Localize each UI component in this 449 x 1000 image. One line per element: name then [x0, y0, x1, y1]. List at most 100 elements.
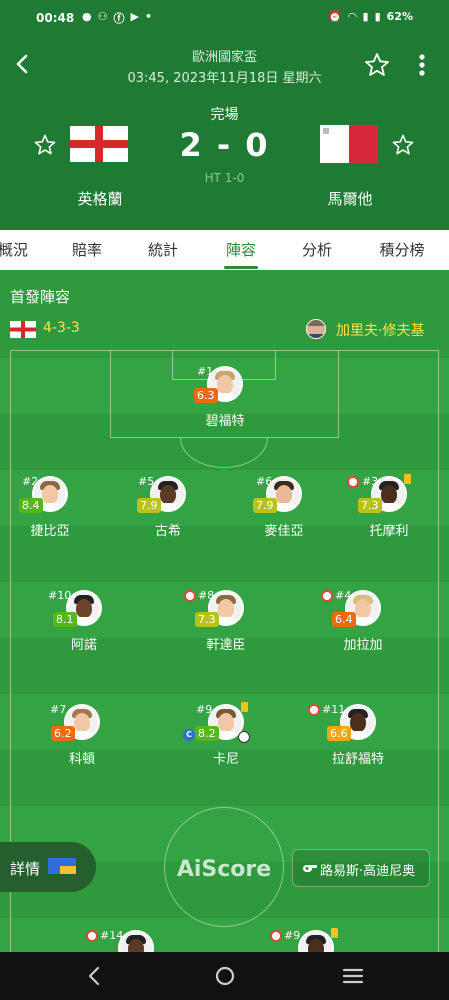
- details-label: 詳情: [10, 860, 41, 878]
- player-card[interactable]: #3 7.3 托摩利: [329, 474, 449, 546]
- dot-icon: •: [144, 10, 152, 23]
- home-team-name[interactable]: 英格蘭: [60, 188, 140, 209]
- player-rating: 6.4: [332, 612, 356, 627]
- player-number: #5: [138, 475, 155, 488]
- player-name: 碧福特: [205, 414, 245, 429]
- player-avatar: [118, 930, 154, 952]
- youtube-icon: ▶: [130, 10, 139, 23]
- player-card[interactable]: #7 6.2 科頓: [22, 703, 142, 774]
- player-number: #11: [322, 703, 346, 716]
- player-name: 軒達臣: [206, 638, 246, 653]
- substitution-icon: [347, 476, 359, 488]
- player-number: #2: [22, 475, 39, 488]
- tab-lineup[interactable]: 陣容: [216, 230, 266, 270]
- tab-analysis[interactable]: 分析: [292, 230, 342, 270]
- favorite-home-team-button[interactable]: [32, 132, 58, 158]
- match-score: 2 - 0: [179, 126, 270, 164]
- star-outline-icon: [365, 53, 389, 76]
- nav-back-icon: [88, 966, 100, 986]
- more-vertical-icon: [419, 54, 425, 76]
- player-card[interactable]: #8 7.3 軒達臣: [166, 589, 286, 660]
- player-number: #6: [256, 475, 273, 488]
- match-status: 完場: [210, 107, 239, 123]
- tab-standings[interactable]: 積分榜: [368, 230, 436, 270]
- coach-avatar[interactable]: [306, 319, 326, 339]
- system-nav-bar: [0, 952, 449, 1000]
- player-rating: 7.3: [358, 498, 382, 513]
- favorite-match-button[interactable]: [362, 50, 392, 80]
- player-rating: 8.2: [195, 726, 219, 741]
- substitution-icon: [184, 590, 196, 602]
- player-card[interactable]: #4 6.4 加拉加: [303, 589, 423, 660]
- more-options-button[interactable]: [412, 50, 432, 80]
- player-number: #1: [197, 365, 214, 378]
- player-name: 拉舒福特: [331, 752, 384, 767]
- pitch: 首發陣容 4-3-3 加里夫·修夫基 #1 6.3 碧福特 #2 8.4 捷比亞: [0, 270, 449, 952]
- player-card[interactable]: #6 7.9 麥佳亞: [224, 475, 344, 546]
- player-rating: 7.9: [253, 498, 277, 513]
- player-card[interactable]: #9: [256, 928, 376, 952]
- nav-recents-button[interactable]: [340, 964, 366, 988]
- link-icon: ⚇: [97, 10, 108, 23]
- wifi-icon: ◠: [348, 10, 357, 23]
- player-name: 加拉加: [343, 638, 383, 653]
- england-flag[interactable]: [70, 126, 128, 162]
- player-number: #9: [284, 929, 301, 942]
- player-rating: 8.1: [53, 612, 77, 627]
- coach-name[interactable]: 加里夫·修夫基: [336, 320, 424, 340]
- system-icons: ⏰ ◠ ▮ ▮ 62%: [328, 10, 413, 23]
- substitution-icon: [270, 930, 282, 942]
- substitution-icon: [321, 590, 333, 602]
- player-card[interactable]: #10 8.1 阿諾: [24, 589, 144, 660]
- substitution-icon: [308, 704, 320, 716]
- player-card[interactable]: #9 C 8.2 卡尼: [166, 702, 286, 774]
- malta-flag[interactable]: [320, 125, 378, 163]
- england-flag-icon: [70, 126, 128, 162]
- nav-back-button[interactable]: [82, 964, 108, 988]
- player-card[interactable]: #11 6.6 拉舒福特: [298, 703, 418, 774]
- coach-face-icon: [307, 320, 325, 338]
- referee-badge[interactable]: 路易斯·高迪尼奥: [292, 849, 430, 887]
- active-tab-indicator: [224, 266, 258, 269]
- player-card[interactable]: #2 8.4 捷比亞: [0, 475, 110, 546]
- player-number: #9: [196, 703, 213, 716]
- tab-stats[interactable]: 統計: [138, 230, 188, 270]
- player-number: #3: [362, 475, 379, 488]
- away-team-name[interactable]: 馬爾他: [310, 188, 390, 209]
- battery-percent: 62%: [386, 10, 413, 23]
- battery-icon: ▮: [374, 10, 381, 23]
- signal-icon: ▮: [362, 10, 369, 23]
- player-card[interactable]: #14: [76, 929, 196, 952]
- nav-home-icon: [215, 966, 235, 986]
- player-name: 古希: [154, 524, 181, 539]
- notification-icons: ● ⚇ ⓕ ▶ •: [82, 10, 152, 26]
- nav-home-button[interactable]: [212, 964, 238, 988]
- player-card[interactable]: #1 6.3 碧福特: [165, 365, 285, 436]
- details-button[interactable]: 詳情: [0, 842, 96, 892]
- details-flag-icon: [48, 858, 76, 874]
- aiscore-watermark: AiScore: [176, 857, 272, 882]
- player-card[interactable]: #5 7.9 古希: [108, 475, 228, 546]
- nav-recents-icon: [342, 968, 364, 984]
- substitution-icon: [86, 930, 98, 942]
- status-bar: 00:48 ● ⚇ ⓕ ▶ • ⏰ ◠ ▮ ▮ 62%: [0, 0, 449, 36]
- player-rating: 6.6: [327, 726, 351, 741]
- player-rating: 8.4: [19, 498, 43, 513]
- star-outline-icon: [34, 134, 56, 155]
- match-header: 歐洲國家盃 03:45, 2023年11月18日 星期六 完場 2 - 0 HT…: [0, 36, 449, 230]
- tab-overview[interactable]: 概況: [0, 230, 38, 270]
- halftime-score: HT 1-0: [204, 171, 245, 185]
- player-number: #4: [335, 589, 352, 602]
- favorite-away-team-button[interactable]: [390, 132, 416, 158]
- england-flag-small: [10, 321, 36, 338]
- referee-name: 路易斯·高迪尼奥: [320, 864, 416, 879]
- player-name: 科頓: [68, 752, 95, 767]
- whistle-icon: [303, 865, 317, 872]
- player-rating: 7.9: [137, 498, 161, 513]
- malta-flag-icon: [320, 125, 378, 163]
- player-number: #8: [198, 589, 215, 602]
- formation: 4-3-3: [43, 320, 80, 336]
- tab-odds[interactable]: 賠率: [62, 230, 112, 270]
- player-name: 托摩利: [369, 524, 409, 539]
- facebook-icon: ⓕ: [113, 12, 125, 25]
